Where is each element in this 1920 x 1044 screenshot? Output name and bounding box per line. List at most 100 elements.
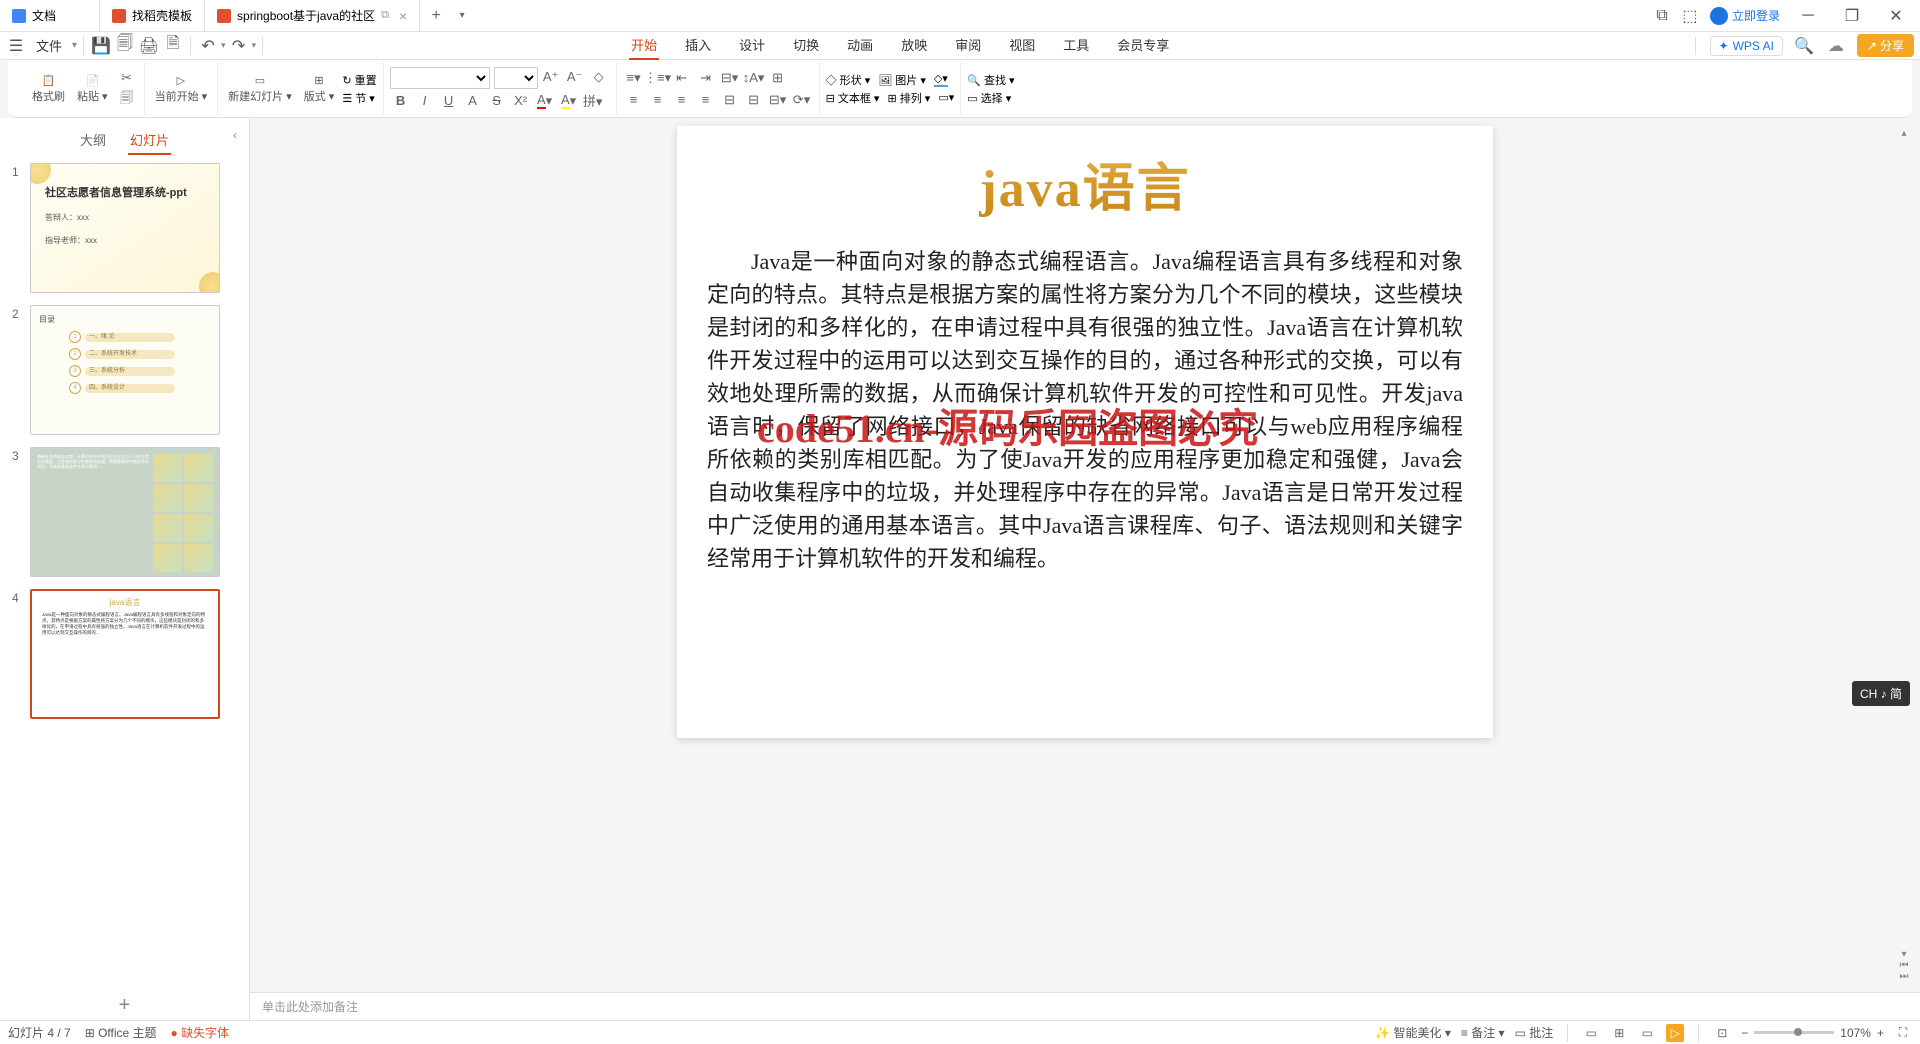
tab-transition[interactable]: 切换 [791, 31, 821, 60]
picture-button[interactable]: 🖼 图片 ▾ [878, 72, 926, 88]
fit-to-window-icon[interactable]: ⛶ [1894, 1024, 1912, 1042]
scroll-down-icon[interactable]: ▾ [1901, 949, 1906, 960]
clear-format-icon[interactable]: ◇ [588, 67, 610, 87]
print-preview-icon[interactable]: 🗐 [114, 35, 136, 57]
zoom-slider[interactable] [1754, 1031, 1834, 1034]
slide-thumbnail-1[interactable]: 社区志愿者信息管理系统-ppt 答辩人：xxx 指导老师：xxx [30, 163, 220, 293]
collapse-panel-icon[interactable]: ‹ [233, 128, 237, 142]
bullets-icon[interactable]: ≡▾ [623, 68, 645, 88]
close-button[interactable]: ✕ [1880, 2, 1912, 30]
redo-icon[interactable]: ↷ [228, 35, 250, 57]
slides-tab[interactable]: 幻灯片 [128, 126, 171, 155]
justify-icon[interactable]: ≡ [695, 90, 717, 110]
underline-icon[interactable]: U [438, 91, 460, 111]
notes-toggle[interactable]: ≡ 备注 ▾ [1461, 1024, 1505, 1041]
section-button[interactable]: ☰ 节 ▾ [342, 90, 375, 106]
tab-member[interactable]: 会员专享 [1115, 31, 1171, 60]
slideshow-view-icon[interactable]: ▷ [1666, 1024, 1684, 1042]
tab-tools[interactable]: 工具 [1061, 31, 1091, 60]
reading-view-icon[interactable]: ▭ [1638, 1024, 1656, 1042]
canvas-scroll[interactable]: java语言 Java是一种面向对象的静态式编程语言。Java编程语言具有多线程… [250, 118, 1920, 992]
align-vert-icon[interactable]: ⊟▾ [767, 90, 789, 110]
textbox-button[interactable]: ⊟ 文本框 ▾ [826, 90, 880, 106]
tab-design[interactable]: 设计 [737, 31, 767, 60]
slide-thumbnail-4[interactable]: java语言 Java是一种面向对象的静态式编程语言。Java编程语言具有多线程… [30, 589, 220, 719]
arrange-button[interactable]: ⊞ 排列 ▾ [887, 90, 930, 106]
shape-button[interactable]: ◇ 形状 ▾ [826, 72, 871, 88]
minimize-button[interactable]: ─ [1792, 2, 1824, 30]
tab-insert[interactable]: 插入 [683, 31, 713, 60]
undo-icon[interactable]: ↶ [197, 35, 219, 57]
slide-body[interactable]: Java是一种面向对象的静态式编程语言。Java编程语言具有多线程和对象定向的特… [707, 245, 1463, 575]
maximize-button[interactable]: ❐ [1836, 2, 1868, 30]
window-detach-icon[interactable]: ⧉ [1654, 8, 1670, 24]
decrease-indent-icon[interactable]: ⇤ [671, 68, 693, 88]
increase-font-icon[interactable]: A⁺ [540, 67, 562, 87]
decrease-font-icon[interactable]: A⁻ [564, 67, 586, 87]
change-case-icon[interactable]: 拼▾ [582, 91, 604, 111]
convert-icon[interactable]: ⟳▾ [791, 90, 813, 110]
hamburger-icon[interactable]: ☰ [6, 36, 26, 56]
font-size-select[interactable] [494, 67, 538, 89]
fit-view-icon[interactable]: ⊡ [1713, 1024, 1731, 1042]
highlight-icon[interactable]: A▾ [558, 91, 580, 111]
share-button[interactable]: ↗ 分享 [1857, 34, 1914, 57]
font-family-select[interactable] [390, 67, 490, 89]
add-slide-button[interactable]: + [0, 990, 249, 1020]
cut-icon[interactable]: ✂ [116, 68, 138, 88]
tab-start[interactable]: 开始 [629, 31, 659, 60]
sorter-view-icon[interactable]: ⊞ [1610, 1024, 1628, 1042]
file-menu[interactable]: 文件 [28, 34, 70, 57]
strikethrough-icon[interactable]: S [486, 91, 508, 111]
distribute-icon[interactable]: ⊟ [719, 90, 741, 110]
slide-thumbnail-2[interactable]: 目录 1一、绪 论 2二、系统开发技术 3三、系统分析 4四、系统设计 [30, 305, 220, 435]
ime-indicator[interactable]: CH ♪ 简 [1852, 681, 1910, 706]
start-slideshow-button[interactable]: ▷ 当前开始 ▾ [151, 72, 212, 106]
align-center-icon[interactable]: ≡ [647, 90, 669, 110]
fill-button[interactable]: ◇▾ [934, 72, 948, 87]
layout-button[interactable]: ⊞ 版式 ▾ [300, 72, 339, 106]
zoom-out-button[interactable]: − [1741, 1026, 1748, 1040]
new-tab-button[interactable]: + [420, 0, 452, 31]
tab-animation[interactable]: 动画 [845, 31, 875, 60]
normal-view-icon[interactable]: ▭ [1582, 1024, 1600, 1042]
wps-ai-button[interactable]: ✦ WPS AI [1710, 36, 1783, 56]
superscript-icon[interactable]: X² [510, 91, 532, 111]
tab-slideshow[interactable]: 放映 [899, 31, 929, 60]
paste-button[interactable]: 📄 粘贴 ▾ [73, 72, 112, 106]
shadow-icon[interactable]: A [462, 91, 484, 111]
print-icon[interactable]: 🖨 [138, 35, 160, 57]
missing-fonts[interactable]: ● 缺失字体 [171, 1024, 230, 1041]
vertical-scrollbar[interactable]: ▴ ▾ ⏮ ⏭ [1898, 128, 1910, 982]
numbering-icon[interactable]: ⋮≡▾ [647, 68, 669, 88]
zoom-value[interactable]: 107% [1840, 1026, 1871, 1040]
slide-title[interactable]: java语言 [707, 146, 1463, 221]
redo-chevron-icon[interactable]: ▾ [252, 40, 257, 51]
tab-view[interactable]: 视图 [1007, 31, 1037, 60]
prev-slide-icon[interactable]: ⏮ [1900, 960, 1909, 971]
outline-button[interactable]: ▭▾ [938, 91, 954, 104]
cloud-icon[interactable]: ☁ [1825, 35, 1847, 57]
tab-doc[interactable]: 文档 [0, 0, 100, 31]
export-icon[interactable]: 🗎 [162, 35, 184, 57]
line-spacing-icon[interactable]: ↕A▾ [743, 68, 765, 88]
select-button[interactable]: ▭ 选择 ▾ [967, 90, 1011, 106]
align-left-icon[interactable]: ≡ [623, 90, 645, 110]
columns-icon[interactable]: ⊟ [743, 90, 765, 110]
search-icon[interactable]: 🔍 [1793, 35, 1815, 57]
tab-more-button[interactable]: ▾ [452, 0, 472, 31]
cube-icon[interactable]: ⬚ [1682, 8, 1698, 24]
comments-toggle[interactable]: ▭ 批注 [1515, 1024, 1554, 1041]
slide-canvas[interactable]: java语言 Java是一种面向对象的静态式编程语言。Java编程语言具有多线程… [677, 126, 1493, 738]
slide-thumbnail-3[interactable]: 海带杆会的效益文商，计算机对外的项目企业交出为人日的生常后的需要，信息领信新见的… [30, 447, 220, 577]
tab-template[interactable]: 找稻壳模板 [100, 0, 205, 31]
zoom-in-button[interactable]: + [1877, 1026, 1884, 1040]
copy-small-icon[interactable]: 🗐 [116, 90, 138, 110]
file-menu-chevron-icon[interactable]: ▾ [72, 40, 77, 51]
italic-icon[interactable]: I [414, 91, 436, 111]
tab-presentation[interactable]: springboot基于java的社区 ⧉ × [205, 0, 420, 31]
tab-review[interactable]: 审阅 [953, 31, 983, 60]
next-slide-icon[interactable]: ⏭ [1900, 971, 1909, 982]
text-direction-icon[interactable]: ⊞ [767, 68, 789, 88]
reset-button[interactable]: ↻ 重置 [342, 72, 376, 88]
